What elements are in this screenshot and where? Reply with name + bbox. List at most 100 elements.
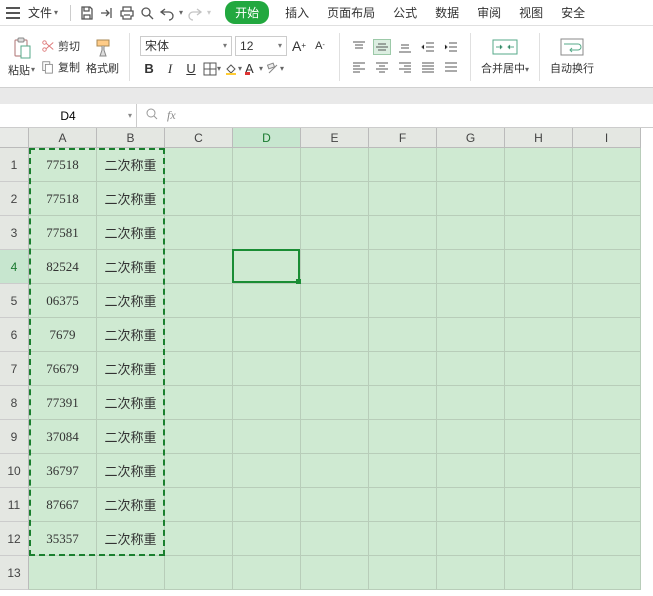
print-icon[interactable] [119,5,135,21]
align-middle-icon[interactable] [373,39,391,55]
cell[interactable]: 77518 [29,148,97,182]
cell[interactable] [437,318,505,352]
cell[interactable] [505,148,573,182]
cell[interactable] [505,386,573,420]
cell-area[interactable]: 77518二次称重77518二次称重77581二次称重82524二次称重0637… [29,148,641,590]
cell[interactable]: 二次称重 [97,352,165,386]
cell[interactable]: 7679 [29,318,97,352]
tab-审阅[interactable]: 审阅 [475,0,503,25]
tab-视图[interactable]: 视图 [517,0,545,25]
cell[interactable] [505,318,573,352]
italic-button[interactable]: I [161,60,179,78]
cut-button[interactable]: 剪切 [39,37,82,55]
undo-dropdown[interactable]: ▾ [179,8,183,17]
cell[interactable] [573,522,641,556]
cell[interactable] [165,420,233,454]
decrease-indent-icon[interactable] [419,39,437,55]
tab-插入[interactable]: 插入 [283,0,311,25]
cell[interactable] [505,250,573,284]
cell[interactable] [165,318,233,352]
cell[interactable] [369,250,437,284]
row-header[interactable]: 9 [0,420,29,454]
row-header[interactable]: 1 [0,148,29,182]
font-name-select[interactable]: 宋体▾ [140,36,232,56]
cell[interactable] [233,556,301,590]
col-header-F[interactable]: F [369,128,437,148]
cell[interactable] [437,352,505,386]
cell[interactable] [505,182,573,216]
cell[interactable] [505,454,573,488]
border-button[interactable]: ▾ [203,60,221,78]
cell[interactable] [369,420,437,454]
col-header-D[interactable]: D [233,128,301,148]
cell[interactable] [233,352,301,386]
cell[interactable] [505,488,573,522]
cell[interactable] [369,318,437,352]
cell[interactable] [437,216,505,250]
cell[interactable]: 二次称重 [97,148,165,182]
share-icon[interactable] [99,5,115,21]
cell[interactable]: 76679 [29,352,97,386]
cell[interactable] [301,216,369,250]
cell[interactable] [301,182,369,216]
cell[interactable] [437,420,505,454]
cell[interactable] [165,522,233,556]
formula-input[interactable] [184,104,653,127]
cell[interactable]: 二次称重 [97,454,165,488]
font-color-button[interactable]: A▾ [245,60,263,78]
cell[interactable] [301,454,369,488]
col-header-G[interactable]: G [437,128,505,148]
cell[interactable] [165,386,233,420]
cell[interactable] [573,318,641,352]
cell[interactable] [233,454,301,488]
cell[interactable] [573,454,641,488]
cell[interactable] [165,488,233,522]
cell[interactable]: 77518 [29,182,97,216]
redo-icon[interactable] [187,5,203,21]
align-bottom-icon[interactable] [396,39,414,55]
row-header[interactable]: 8 [0,386,29,420]
cell[interactable] [165,454,233,488]
col-header-C[interactable]: C [165,128,233,148]
cell[interactable] [437,148,505,182]
cell[interactable] [301,318,369,352]
cell[interactable] [301,522,369,556]
cell[interactable] [165,352,233,386]
cell[interactable] [165,250,233,284]
fill-color-button[interactable]: ▾ [224,60,242,78]
cell[interactable] [233,216,301,250]
cell[interactable]: 37084 [29,420,97,454]
clear-format-button[interactable]: ▾ [266,60,284,78]
tab-数据[interactable]: 数据 [433,0,461,25]
row-header[interactable]: 11 [0,488,29,522]
text-wrap-button[interactable]: 自动换行 [550,37,594,76]
preview-icon[interactable] [139,5,155,21]
cell[interactable] [233,386,301,420]
row-header[interactable]: 5 [0,284,29,318]
cell[interactable] [505,420,573,454]
cell[interactable] [437,250,505,284]
row-header[interactable]: 4 [0,250,29,284]
decrease-font-icon[interactable]: A- [311,37,329,55]
cell[interactable] [573,488,641,522]
align-right-icon[interactable] [396,59,414,75]
chevron-down-icon[interactable]: ▾ [128,111,132,120]
col-header-H[interactable]: H [505,128,573,148]
cell[interactable] [573,284,641,318]
cell[interactable]: 二次称重 [97,420,165,454]
cell[interactable] [301,488,369,522]
cell[interactable] [573,420,641,454]
cell[interactable] [301,420,369,454]
cell[interactable] [369,284,437,318]
name-box[interactable]: ▾ [0,104,137,127]
align-left-icon[interactable] [350,59,368,75]
cell[interactable]: 二次称重 [97,182,165,216]
cell[interactable] [505,216,573,250]
cell[interactable] [369,386,437,420]
col-header-E[interactable]: E [301,128,369,148]
cell[interactable] [165,148,233,182]
cell[interactable] [369,488,437,522]
cell[interactable] [301,284,369,318]
cell[interactable] [165,556,233,590]
underline-button[interactable]: U [182,60,200,78]
